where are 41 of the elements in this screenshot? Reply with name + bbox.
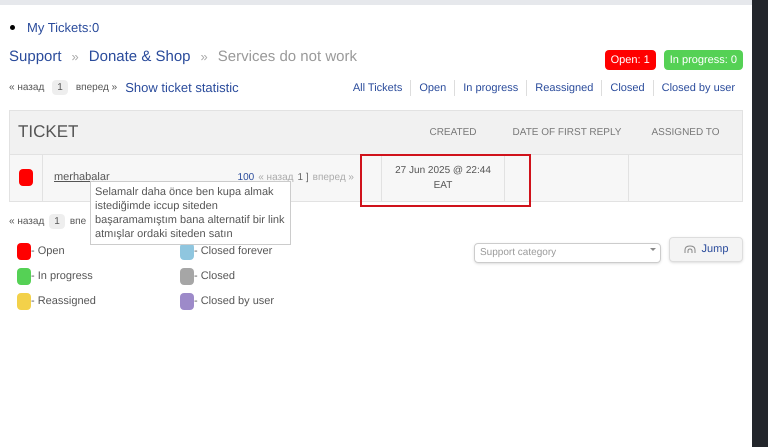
breadcrumb-link[interactable]: Support (9, 46, 62, 68)
tooltip-text: Selamalr daha önce ben kupa almak istediğimde iccup siteden başaramamıştım bana alternatif bir link atmışlar ordaki siteden satın (95, 186, 285, 240)
filter-link[interactable]: Closed (601, 80, 653, 96)
breadcrumb-separator: » (200, 48, 208, 66)
filter-link[interactable]: Open (410, 80, 454, 96)
bullet-icon (10, 25, 15, 30)
breadcrumb-link[interactable]: Donate & Shop (88, 46, 191, 68)
column-header: CREATED (428, 126, 478, 140)
column-header: TICKET (17, 121, 80, 144)
legend-label: - Closed forever (194, 244, 272, 259)
filter-link[interactable]: In progress (454, 80, 526, 96)
column-header: DATE OF FIRST REPLY (512, 126, 622, 140)
legend-label: - Closed (194, 268, 235, 284)
message-count: 100 (238, 171, 254, 185)
previous-link[interactable]: « назад (9, 80, 44, 96)
next-link[interactable]: впе (70, 214, 86, 228)
status-count-badge: In progress: 0 (664, 50, 743, 70)
legend-label: - In progress (31, 268, 93, 284)
page-number[interactable]: 1 (49, 214, 65, 228)
status-count-badge: Open: 1 (604, 50, 656, 70)
jump-button[interactable]: Jump (669, 236, 743, 262)
previous-link[interactable]: « назад (9, 214, 44, 228)
dropdown-caret-icon (650, 248, 656, 251)
legend-label: - Open (31, 244, 65, 259)
category-select[interactable]: Support category (474, 242, 661, 262)
created-date: 27 Jun 2025 @ 22:44 EAT (394, 164, 492, 192)
breadcrumb-separator: » (72, 48, 79, 66)
ticket-statistic-link[interactable]: Show ticket statistic (125, 78, 239, 98)
filter-link[interactable]: Closed by user (652, 80, 743, 96)
column-header: ASSIGNED TO (650, 126, 720, 140)
legend-label: - Reassigned (31, 294, 96, 309)
my-tickets-link[interactable]: My Tickets:0 (27, 18, 100, 38)
breadcrumb-current: Services do not work (218, 46, 357, 66)
page-number[interactable]: 1 (52, 80, 68, 96)
filter-link[interactable]: Reassigned (526, 80, 602, 96)
next-link[interactable]: вперед » (76, 80, 118, 96)
page-number[interactable]: 1 ] (298, 170, 309, 185)
legend-label: - Closed by user (194, 294, 274, 309)
ticket-title-link[interactable]: merhabalar (54, 169, 110, 186)
jump-icon (684, 244, 697, 254)
filter-link[interactable]: All Tickets (344, 80, 410, 96)
